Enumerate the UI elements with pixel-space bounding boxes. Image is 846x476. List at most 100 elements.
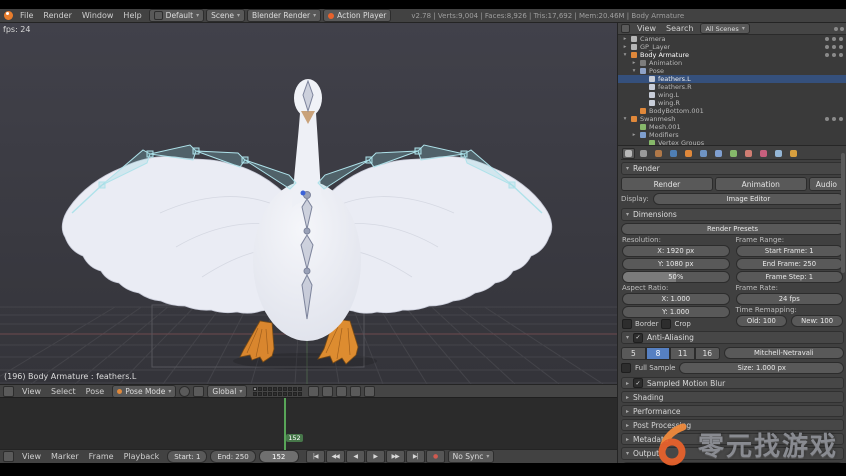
jump-to-end-button[interactable]: ▶| (406, 450, 425, 463)
orientation-dropdown[interactable]: Global ▾ (207, 385, 247, 398)
menu-frame[interactable]: Frame (84, 452, 119, 461)
prev-keyframe-button[interactable]: ◀◀ (326, 450, 345, 463)
layer-cell[interactable] (298, 387, 302, 391)
expander-icon[interactable]: ▸ (631, 132, 637, 138)
resolution-percent-slider[interactable]: 50% (622, 271, 730, 283)
render-icon[interactable] (839, 117, 843, 121)
crop-checkbox[interactable] (661, 319, 671, 329)
next-keyframe-button[interactable]: ▶▶ (386, 450, 405, 463)
layer-cell[interactable] (268, 392, 272, 396)
tab-texture[interactable] (757, 148, 770, 159)
outliner-item-wing-r[interactable]: wing.R (618, 99, 846, 107)
expander-icon[interactable]: ▸ (622, 44, 628, 50)
tab-render[interactable] (622, 148, 635, 159)
eye-icon[interactable] (825, 117, 829, 121)
select-icon[interactable] (832, 117, 836, 121)
sync-dropdown[interactable]: No Sync ▾ (448, 450, 495, 463)
layer-cell[interactable] (263, 387, 267, 391)
render-presets-dropdown[interactable]: Render Presets (621, 223, 844, 235)
tab-modifiers[interactable] (712, 148, 725, 159)
outliner-item-modifiers[interactable]: ▸Modifiers (618, 131, 846, 139)
outliner-item-camera[interactable]: ▸Camera (618, 35, 846, 43)
layer-cell[interactable] (268, 387, 272, 391)
render-icon[interactable] (839, 37, 843, 41)
section-anti-aliasing[interactable]: ▾ ✓ Anti-Aliasing (621, 331, 844, 344)
select-icon[interactable] (832, 37, 836, 41)
outliner-item-feathers-r[interactable]: feathers.R (618, 83, 846, 91)
menu-view[interactable]: View (17, 452, 46, 461)
render-engine-dropdown[interactable]: Blender Render ▾ (247, 9, 321, 22)
layer-cell[interactable] (273, 392, 277, 396)
jump-to-start-button[interactable]: |◀ (306, 450, 325, 463)
frame-step-field[interactable]: Frame Step: 1 (736, 271, 844, 283)
section-performance[interactable]: ▸Performance (621, 405, 844, 417)
timeline-editor-icon[interactable] (3, 451, 14, 462)
aspect-x-field[interactable]: X: 1.000 (622, 293, 730, 305)
tab-world[interactable] (667, 148, 680, 159)
play-button[interactable]: ▶ (366, 450, 385, 463)
aa-sample-5[interactable]: 5 (621, 347, 646, 360)
layer-cell[interactable] (283, 387, 287, 391)
expander-icon[interactable]: ▸ (631, 60, 637, 66)
expander-icon[interactable]: ▾ (622, 116, 628, 122)
layer-cell[interactable] (253, 387, 257, 391)
anti-aliasing-checkbox[interactable]: ✓ (633, 333, 643, 343)
menu-marker[interactable]: Marker (46, 452, 84, 461)
lock-icon[interactable] (308, 386, 319, 397)
outliner-item-mesh-001[interactable]: Mesh.001 (618, 123, 846, 131)
menu-help[interactable]: Help (118, 11, 146, 20)
section-sampled-motion-blur[interactable]: ▸✓Sampled Motion Blur (621, 377, 844, 389)
scene-dropdown[interactable]: Scene ▾ (206, 9, 245, 22)
render-opengl-icon[interactable] (350, 386, 361, 397)
render-button[interactable]: Render (621, 177, 713, 191)
render-anim-icon[interactable] (364, 386, 375, 397)
section-render[interactable]: ▾ Render (621, 162, 844, 175)
expander-icon[interactable]: ▾ (622, 52, 628, 58)
search-icon[interactable] (834, 27, 838, 31)
timeline-playhead[interactable]: 152 (284, 398, 286, 450)
aa-sample-8[interactable]: 8 (646, 347, 671, 360)
section-shading[interactable]: ▸Shading (621, 391, 844, 403)
checkbox-icon[interactable]: ✓ (633, 378, 643, 388)
time-remap-new-field[interactable]: New: 100 (791, 315, 843, 327)
outliner-item-bodybottom-001[interactable]: BodyBottom.001 (618, 107, 846, 115)
start-frame-field[interactable]: Start: 1 (167, 450, 207, 463)
tab-constraints[interactable] (697, 148, 710, 159)
resolution-x-field[interactable]: X: 1920 px (622, 245, 730, 257)
time-remap-old-field[interactable]: Old: 100 (736, 315, 788, 327)
layer-cell[interactable] (278, 387, 282, 391)
layer-cell[interactable] (278, 392, 282, 396)
layer-cell[interactable] (283, 392, 287, 396)
tab-render-layers[interactable] (637, 148, 650, 159)
menu-window[interactable]: Window (77, 11, 119, 20)
full-sample-checkbox[interactable] (621, 363, 631, 373)
select-icon[interactable] (832, 45, 836, 49)
snap-magnet-icon[interactable] (322, 386, 333, 397)
layer-cell[interactable] (253, 392, 257, 396)
menu-file[interactable]: File (15, 11, 38, 20)
menu-playback[interactable]: Playback (119, 452, 165, 461)
aa-size-field[interactable]: Size: 1.000 px (679, 362, 844, 374)
tab-physics[interactable] (787, 148, 800, 159)
outliner-item-wing-l[interactable]: wing.L (618, 91, 846, 99)
menu-select[interactable]: Select (46, 387, 81, 396)
layers-widget[interactable] (253, 387, 302, 396)
expander-icon[interactable]: ▾ (631, 68, 637, 74)
layer-cell[interactable] (288, 387, 292, 391)
menu-search[interactable]: Search (661, 24, 698, 33)
timeline[interactable]: 152 (0, 397, 617, 450)
play-reverse-button[interactable]: ◀ (346, 450, 365, 463)
shading-dropdown-icon[interactable] (179, 386, 190, 397)
eye-icon[interactable] (825, 53, 829, 57)
display-dropdown[interactable]: Image Editor (653, 193, 844, 205)
tab-scene[interactable] (652, 148, 665, 159)
start-frame-prop-field[interactable]: Start Frame: 1 (736, 245, 844, 257)
menu-pose[interactable]: Pose (81, 387, 110, 396)
resolution-y-field[interactable]: Y: 1080 px (622, 258, 730, 270)
tab-particles[interactable] (772, 148, 785, 159)
select-icon[interactable] (832, 53, 836, 57)
eye-icon[interactable] (825, 45, 829, 49)
outliner-editor-icon[interactable] (621, 24, 630, 33)
outliner-item-pose[interactable]: ▾Pose (618, 67, 846, 75)
tab-object[interactable] (682, 148, 695, 159)
